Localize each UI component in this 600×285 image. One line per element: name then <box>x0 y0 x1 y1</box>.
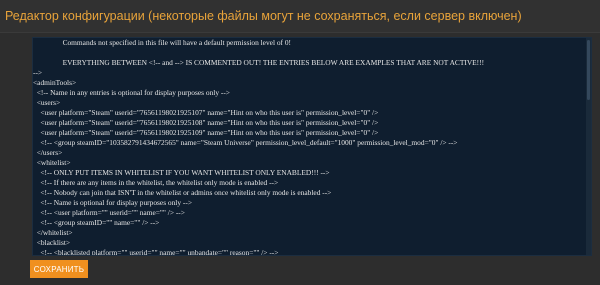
code-line: EVERYTHING BETWEEN <!-- and --> IS COMME… <box>33 58 485 67</box>
code-line: <!-- Nobody can join that ISN'T in the w… <box>33 188 332 197</box>
code-line: <user platform="Steam" userid="765611980… <box>33 128 379 137</box>
code-line: Commands not specified in this file will… <box>33 38 292 47</box>
config-editor-panel: Редактор конфигурации (некоторые файлы м… <box>0 0 600 285</box>
config-text-editor[interactable]: Commands not specified in this file will… <box>32 37 592 256</box>
code-line: </whitelist> <box>33 228 73 237</box>
editor-scrollbar[interactable] <box>586 38 591 255</box>
save-button[interactable]: СОХРАНИТЬ <box>30 260 88 278</box>
code-line: <!-- Name is optional for display purpos… <box>33 198 192 207</box>
code-line: <!-- If there are any items in the white… <box>33 178 279 187</box>
code-line: <!-- Name in any entries is optional for… <box>33 88 230 97</box>
code-line: <!-- <group steamID="" name="" /> --> <box>33 218 160 227</box>
code-line: <!-- <blacklisted platform="" userid="" … <box>33 248 279 256</box>
code-line: <user platform="Steam" userid="765611980… <box>33 118 379 127</box>
code-line: <whitelist> <box>33 158 71 167</box>
code-line: <users> <box>33 98 61 107</box>
panel-header: Редактор конфигурации (некоторые файлы м… <box>0 0 600 33</box>
code-line: --> <box>33 68 43 77</box>
editor-scroll-thumb[interactable] <box>587 40 590 100</box>
code-line: <!-- <group steamID="103582791434672565"… <box>33 138 458 147</box>
code-line: <!-- <user platform="" userid="" name=""… <box>33 208 185 217</box>
panel-title: Редактор конфигурации (некоторые файлы м… <box>5 9 522 23</box>
config-code[interactable]: Commands not specified in this file will… <box>33 38 589 256</box>
code-line: <user platform="Steam" userid="765611980… <box>33 108 379 117</box>
code-line: </users> <box>33 148 63 157</box>
code-line: <!-- ONLY PUT ITEMS IN WHITELIST IF YOU … <box>33 168 330 177</box>
code-line: <blacklist> <box>33 238 71 247</box>
code-line: <adminTools> <box>33 78 77 87</box>
